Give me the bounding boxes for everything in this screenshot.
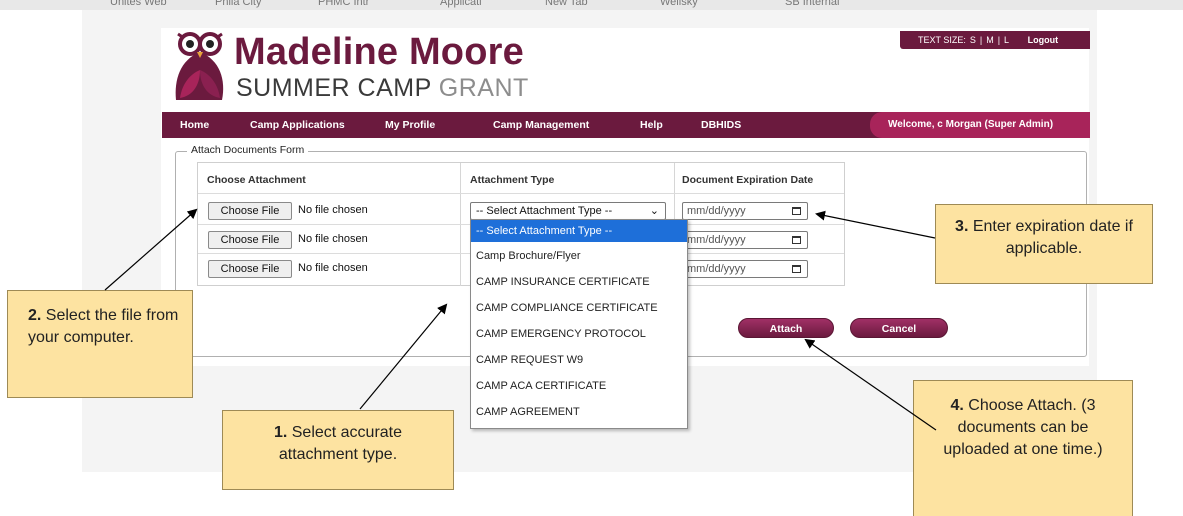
callout-text: Select the file from your computer. xyxy=(28,307,179,346)
expiration-date-input[interactable]: mm/dd/yyyy xyxy=(682,202,808,220)
dropdown-option[interactable]: CAMP REQUEST W9 xyxy=(471,348,687,372)
callout-number: 1. xyxy=(273,424,288,441)
bookmark-item[interactable]: SB Internal xyxy=(785,0,839,8)
row-divider xyxy=(198,193,844,194)
calendar-icon[interactable] xyxy=(792,236,801,244)
attachment-type-select[interactable]: -- Select Attachment Type -- ⌄ xyxy=(470,202,666,220)
attach-button[interactable]: Attach xyxy=(738,318,834,338)
welcome-user: Welcome, c Morgan (Super Admin) xyxy=(870,112,1090,138)
calendar-icon[interactable] xyxy=(792,207,801,215)
separator: | xyxy=(997,35,1001,45)
logout-link[interactable]: Logout xyxy=(1028,35,1059,45)
callout-number: 4. xyxy=(950,397,964,414)
callout-number: 3. xyxy=(955,218,969,235)
bookmark-item[interactable]: Unites Web xyxy=(110,0,167,8)
callout-text: Enter expiration date if applicable. xyxy=(968,218,1133,257)
column-header-attachment: Choose Attachment xyxy=(207,174,306,186)
file-status: No file chosen xyxy=(298,204,368,216)
dropdown-option[interactable]: -- Select Attachment Type -- xyxy=(471,220,687,242)
dropdown-option[interactable]: CAMP AGREEMENT xyxy=(471,400,687,424)
calendar-icon[interactable] xyxy=(792,265,801,273)
brand-subtitle-main: SUMMER CAMP xyxy=(236,74,432,102)
callout-number: 2. xyxy=(28,307,42,324)
dropdown-option[interactable]: Camp Brochure/Flyer xyxy=(471,244,687,268)
column-header-expiration: Document Expiration Date xyxy=(682,174,814,186)
browser-bookmarks-bar: Unites Web Phila City PHMC Intr Applicat… xyxy=(0,0,1183,10)
nav-camp-management[interactable]: Camp Management xyxy=(493,112,589,138)
text-size-label: TEXT SIZE: xyxy=(918,35,966,45)
bookmark-item[interactable]: PHMC Intr xyxy=(318,0,369,8)
column-header-type: Attachment Type xyxy=(470,174,555,186)
nav-my-profile[interactable]: My Profile xyxy=(385,112,435,138)
dropdown-option[interactable]: CAMP INSURANCE CERTIFICATE xyxy=(471,270,687,294)
nav-camp-applications[interactable]: Camp Applications xyxy=(250,112,345,138)
brand-title: Madeline Moore xyxy=(234,31,524,73)
file-status: No file chosen xyxy=(298,233,368,245)
dropdown-option[interactable]: CAMP EMERGENCY PROTOCOL xyxy=(471,322,687,346)
bookmark-item[interactable]: New Tab xyxy=(545,0,588,8)
text-size-medium[interactable]: M xyxy=(986,35,994,45)
owl-logo-icon xyxy=(175,32,224,100)
bookmark-item[interactable]: Wellsky xyxy=(660,0,698,8)
callout-step-3: 3. Enter expiration date if applicable. xyxy=(935,204,1153,284)
callout-text: Select accurate attachment type. xyxy=(278,424,403,463)
choose-file-button[interactable]: Choose File xyxy=(208,260,292,278)
brand-subtitle-grant: GRANT xyxy=(438,74,529,102)
text-size-small[interactable]: S xyxy=(970,35,976,45)
date-placeholder: mm/dd/yyyy xyxy=(687,205,746,217)
nav-help[interactable]: Help xyxy=(640,112,663,138)
dropdown-option[interactable]: CAMP COMPLIANCE CERTIFICATE xyxy=(471,296,687,320)
select-value: -- Select Attachment Type -- xyxy=(476,205,613,217)
nav-dbhids[interactable]: DBHIDS xyxy=(701,112,741,138)
text-size-bar: TEXT SIZE: S | M | L Logout xyxy=(900,31,1090,49)
expiration-date-input[interactable]: mm/dd/yyyy xyxy=(682,231,808,249)
main-nav: Home Camp Applications My Profile Camp M… xyxy=(162,112,1090,138)
choose-file-button[interactable]: Choose File xyxy=(208,231,292,249)
callout-step-4: 4. Choose Attach. (3 documents can be up… xyxy=(913,380,1133,516)
site-logo[interactable]: Madeline Moore SUMMER CAMP GRANT xyxy=(170,30,530,105)
form-legend: Attach Documents Form xyxy=(187,144,309,156)
file-status: No file chosen xyxy=(298,262,368,274)
callout-text: Choose Attach. (3 documents can be uploa… xyxy=(943,397,1103,458)
expiration-date-input[interactable]: mm/dd/yyyy xyxy=(682,260,808,278)
choose-file-button[interactable]: Choose File xyxy=(208,202,292,220)
date-placeholder: mm/dd/yyyy xyxy=(687,263,746,275)
chevron-down-icon: ⌄ xyxy=(649,205,659,217)
dropdown-option[interactable]: CAMP ACA CERTIFICATE xyxy=(471,374,687,398)
bookmark-item[interactable]: Phila City xyxy=(215,0,261,8)
nav-home[interactable]: Home xyxy=(180,112,209,138)
attachment-type-dropdown: -- Select Attachment Type -- Camp Brochu… xyxy=(470,219,688,429)
separator: | xyxy=(979,35,983,45)
cancel-button[interactable]: Cancel xyxy=(850,318,948,338)
text-size-large[interactable]: L xyxy=(1004,35,1009,45)
bookmark-item[interactable]: Applicati xyxy=(440,0,482,8)
callout-step-1: 1. Select accurate attachment type. xyxy=(222,410,454,490)
date-placeholder: mm/dd/yyyy xyxy=(687,234,746,246)
callout-step-2: 2. Select the file from your computer. xyxy=(7,290,193,398)
brand-subtitle: SUMMER CAMP GRANT xyxy=(236,74,529,103)
